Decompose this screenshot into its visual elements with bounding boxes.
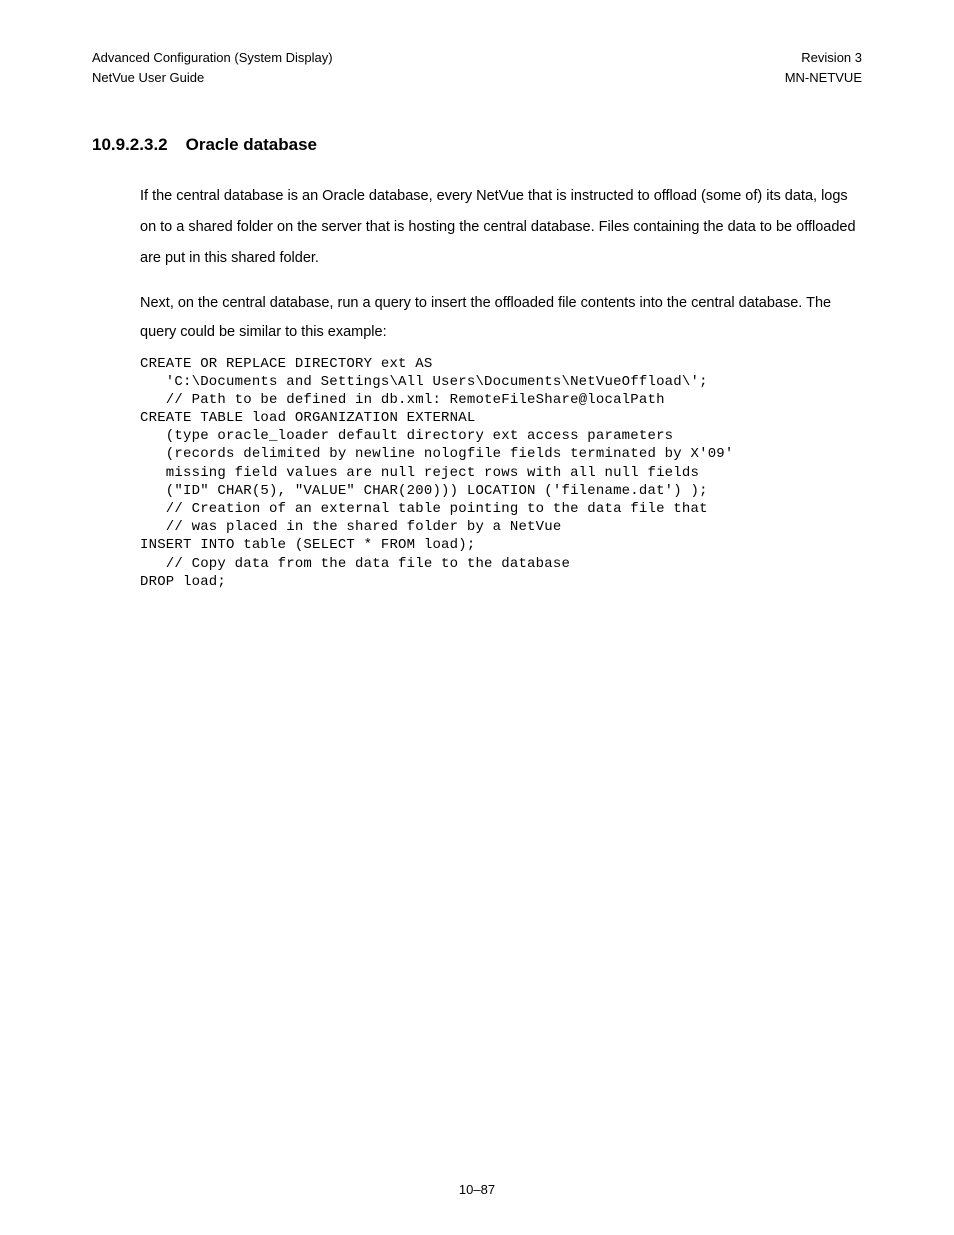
paragraph-2: Next, on the central database, run a que…	[140, 289, 862, 347]
header-guide: NetVue User Guide	[92, 68, 333, 88]
section-title: Oracle database	[186, 135, 317, 154]
header-chapter: Advanced Configuration (System Display)	[92, 48, 333, 68]
header-right: Revision 3 MN-NETVUE	[785, 48, 862, 87]
page-header: Advanced Configuration (System Display) …	[92, 48, 862, 87]
section-number: 10.9.2.3.2	[92, 135, 168, 154]
page-number: 10–87	[459, 1182, 495, 1197]
paragraph-1: If the central database is an Oracle dat…	[140, 181, 862, 275]
section-heading: 10.9.2.3.2 Oracle database	[92, 135, 862, 155]
page-footer: 10–87	[0, 1182, 954, 1197]
header-revision: Revision 3	[785, 48, 862, 68]
header-docid: MN-NETVUE	[785, 68, 862, 88]
code-block: CREATE OR REPLACE DIRECTORY ext AS 'C:\D…	[140, 355, 862, 591]
header-left: Advanced Configuration (System Display) …	[92, 48, 333, 87]
